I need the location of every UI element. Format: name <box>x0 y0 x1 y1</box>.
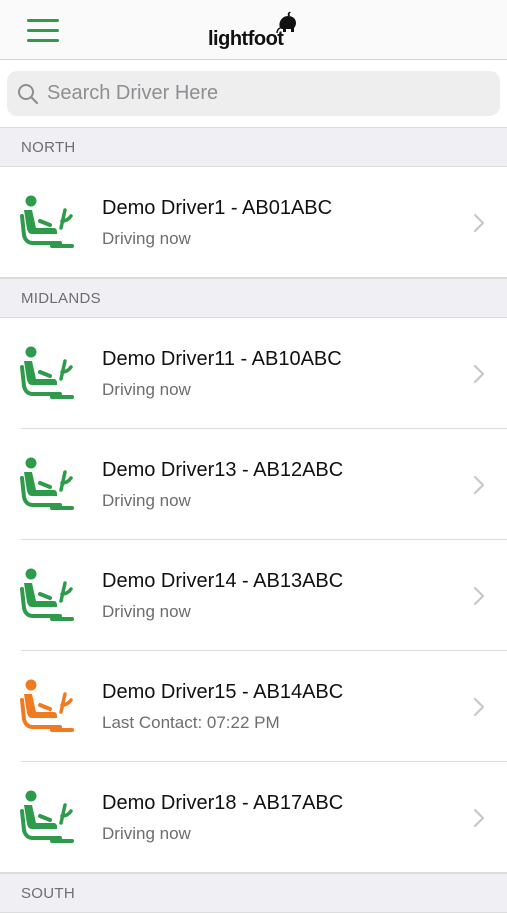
driver-status: Driving now <box>102 602 191 621</box>
driver-list: NORTH Demo Driver1 - AB01ABC Driving now MI… <box>0 127 507 913</box>
driver-seat-icon <box>20 568 78 624</box>
driver-row[interactable]: Demo Driver1 - AB01ABC Driving now <box>0 167 507 278</box>
chevron-right-icon <box>473 475 485 495</box>
hamburger-menu-icon[interactable] <box>27 19 59 43</box>
section-header-north: NORTH <box>0 127 507 167</box>
driver-title: Demo Driver14 - AB13ABC <box>102 570 344 592</box>
section-header-midlands: MIDLANDS <box>0 278 507 318</box>
driver-row[interactable]: Demo Driver11 - AB10ABC Driving now <box>0 318 507 429</box>
driver-title: Demo Driver18 - AB17ABC <box>102 792 344 814</box>
search-box[interactable] <box>7 71 500 116</box>
search-icon <box>18 83 39 104</box>
driver-status: Driving now <box>102 491 191 510</box>
driver-seat-icon <box>20 195 78 251</box>
driver-status: Driving now <box>102 229 191 248</box>
driver-status: Driving now <box>102 380 191 399</box>
driver-status: Last Contact: 07:22 PM <box>102 713 280 732</box>
driver-title: Demo Driver13 - AB12ABC <box>102 459 344 481</box>
driver-row[interactable]: Demo Driver18 - AB17ABC Driving now <box>0 762 507 873</box>
driver-row[interactable]: Demo Driver13 - AB12ABC Driving now <box>0 429 507 540</box>
driver-title: Demo Driver1 - AB01ABC <box>102 197 333 219</box>
search-bar <box>0 60 507 127</box>
driver-seat-icon <box>20 346 78 402</box>
driver-seat-icon <box>20 679 78 735</box>
driver-title: Demo Driver11 - AB10ABC <box>102 348 342 370</box>
driver-status: Driving now <box>102 824 191 843</box>
driver-row[interactable]: Demo Driver14 - AB13ABC Driving now <box>0 540 507 651</box>
chevron-right-icon <box>473 697 485 717</box>
elephant-icon <box>276 11 296 34</box>
driver-title: Demo Driver15 - AB14ABC <box>102 681 344 703</box>
app-header: lightfoot <box>0 0 507 60</box>
chevron-right-icon <box>473 586 485 606</box>
chevron-right-icon <box>473 364 485 384</box>
driver-seat-icon <box>20 790 78 846</box>
logo-text: lightfoot <box>208 28 284 50</box>
driver-seat-icon <box>20 457 78 513</box>
row-divider <box>0 872 507 873</box>
chevron-right-icon <box>473 213 485 233</box>
section-header-south: SOUTH <box>0 873 507 913</box>
row-divider <box>0 277 507 278</box>
app-logo: lightfoot <box>208 10 296 52</box>
search-input[interactable] <box>45 81 469 106</box>
chevron-right-icon <box>473 808 485 828</box>
driver-row[interactable]: Demo Driver15 - AB14ABC Last Contact: 07:… <box>0 651 507 762</box>
